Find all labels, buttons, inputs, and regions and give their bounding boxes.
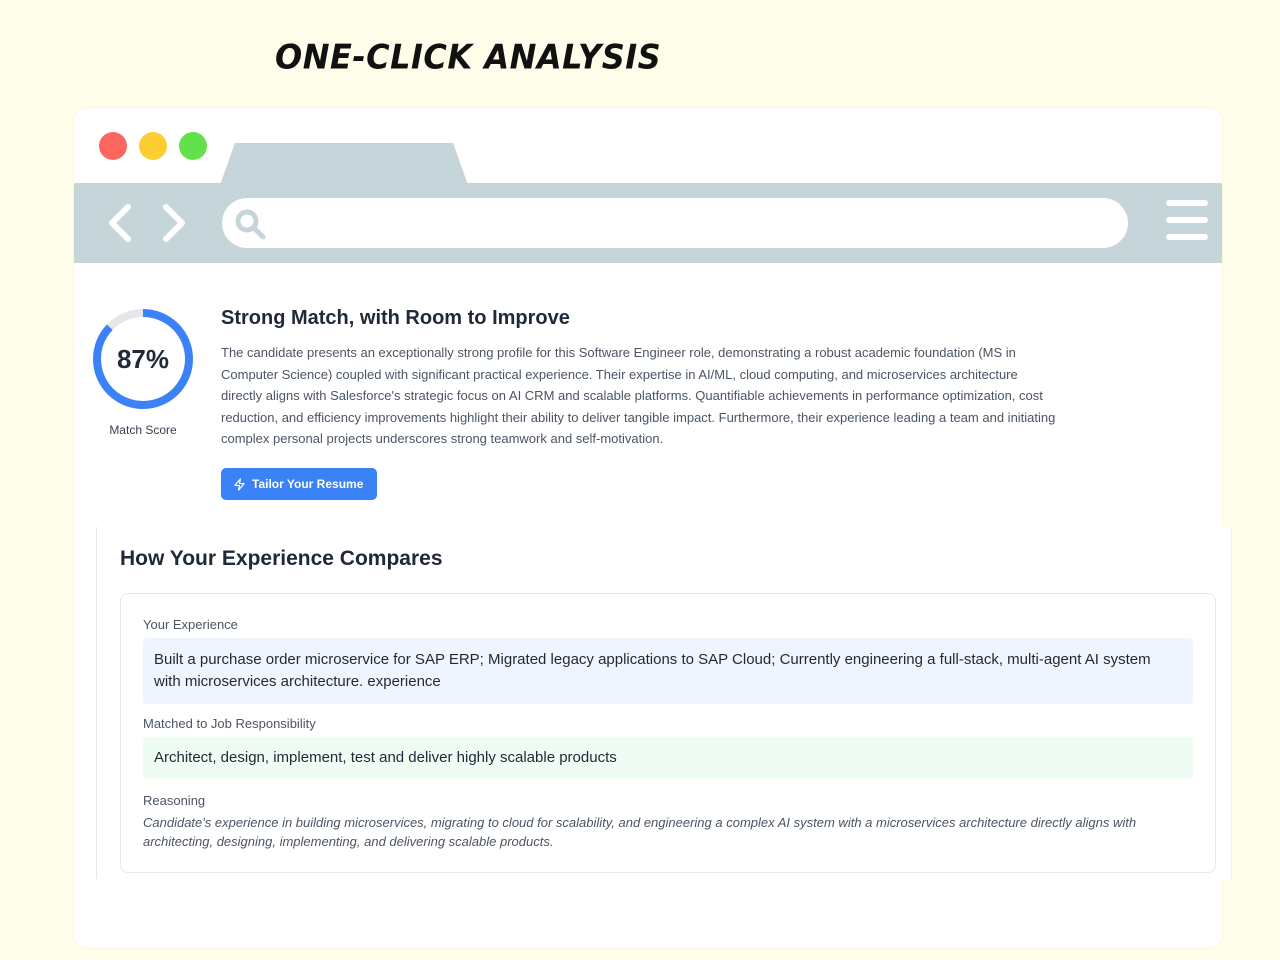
compare-title: How Your Experience Compares [120,547,443,570]
your-experience-text: Built a purchase order microservice for … [154,651,1151,690]
comparison-item: Your Experience Built a purchase order m… [120,593,1216,873]
close-window-button[interactable] [99,132,127,160]
tailor-resume-label: Tailor Your Resume [252,477,364,491]
your-experience-box: Built a purchase order microservice for … [143,638,1193,704]
job-responsibility-box: Architect, design, implement, test and d… [143,737,1193,779]
job-responsibility-label: Matched to Job Responsibility [143,716,316,731]
match-description: The candidate presents an exceptionally … [221,345,1056,446]
your-experience-label: Your Experience [143,617,238,632]
forward-arrow-icon[interactable] [152,203,192,243]
maximize-window-button[interactable] [179,132,207,160]
reasoning-text: Candidate's experience in building micro… [143,815,1137,849]
match-title: Strong Match, with Room to Improve [221,307,570,329]
address-bar[interactable] [222,198,1128,248]
browser-tab[interactable] [220,143,468,185]
match-score-label: Match Score [109,423,177,437]
headline: ONE-CLICK ANALYSIS [275,37,662,77]
browser-toolbar [74,183,1222,263]
job-responsibility-text: Architect, design, implement, test and d… [154,749,617,766]
reasoning-label: Reasoning [143,793,206,808]
back-arrow-icon[interactable] [102,203,142,243]
match-score-ring: 87% [90,306,196,412]
tailor-resume-button[interactable]: Tailor Your Resume [221,468,378,500]
match-score-value: 87% [116,343,170,374]
minimize-window-button[interactable] [139,132,167,160]
experience-compare-card: How Your Experience Compares Your Experi… [96,527,1232,879]
lightning-icon [234,477,245,491]
search-icon [235,209,266,240]
hamburger-menu-icon[interactable] [1166,200,1208,244]
